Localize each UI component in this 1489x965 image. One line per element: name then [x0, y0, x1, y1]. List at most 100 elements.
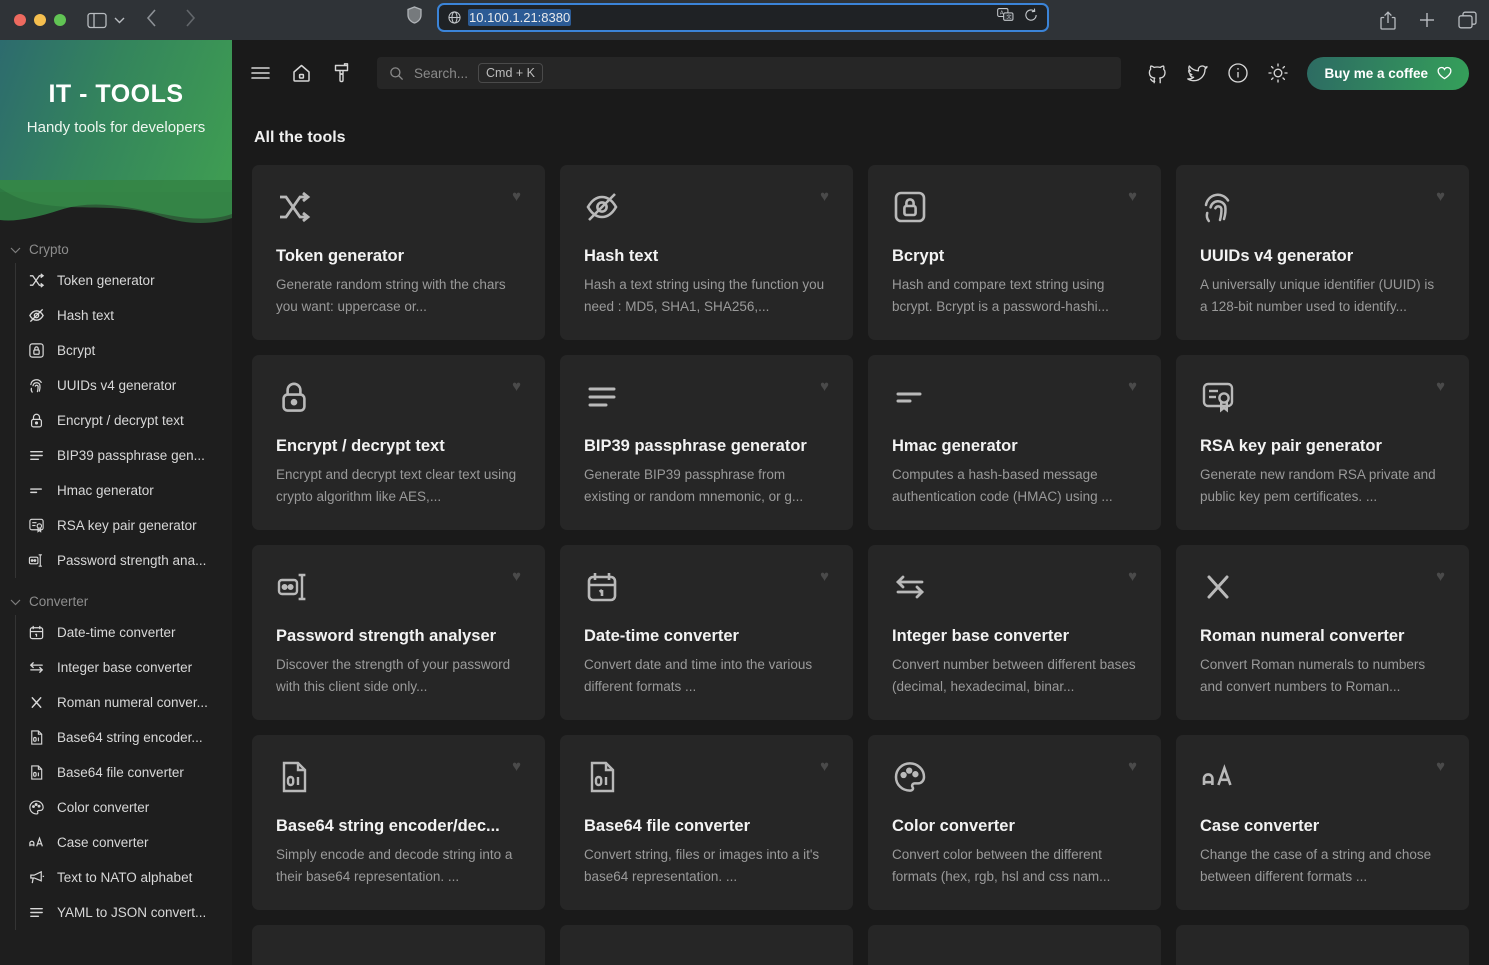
card-description: Generate new random RSA private and publ…	[1200, 464, 1445, 508]
search-placeholder: Search...	[414, 66, 468, 81]
card-header: ♥	[1200, 569, 1445, 610]
favorite-heart-icon[interactable]: ♥	[1436, 189, 1445, 204]
tool-card-hmac-generator[interactable]: ♥ Hmac generator Computes a hash-based m…	[868, 355, 1161, 530]
tool-card-bcrypt[interactable]: ♥ Bcrypt Hash and compare text string us…	[868, 165, 1161, 340]
tool-card-placeholder[interactable]	[1176, 925, 1469, 965]
sidebar-item-case-converter[interactable]: Case converter	[16, 825, 232, 860]
sidebar-item-uuids-v4-generator[interactable]: UUIDs v4 generator	[16, 368, 232, 403]
favorite-heart-icon[interactable]: ♥	[820, 759, 829, 774]
search-input[interactable]: Search... Cmd + K	[377, 57, 1121, 89]
sidebar-item-roman-numeral-converter[interactable]: Roman numeral conver...	[16, 685, 232, 720]
tool-card-encrypt-decrypt-text[interactable]: ♥ Encrypt / decrypt text Encrypt and dec…	[252, 355, 545, 530]
sidebar-item-encrypt-decrypt-text[interactable]: Encrypt / decrypt text	[16, 403, 232, 438]
close-window-button[interactable]	[14, 14, 26, 26]
paint-brush-icon[interactable]	[332, 63, 351, 83]
favorite-heart-icon[interactable]: ♥	[1128, 379, 1137, 394]
tool-card-case-converter[interactable]: ♥ Case converter Change the case of a st…	[1176, 735, 1469, 910]
arrows-exchange-icon	[27, 658, 46, 677]
tool-card-placeholder[interactable]	[868, 925, 1161, 965]
sidebar-item-hash-text[interactable]: Hash text	[16, 298, 232, 333]
info-icon[interactable]	[1227, 62, 1249, 84]
nav-group-crypto[interactable]: Crypto	[0, 236, 232, 263]
tool-card-placeholder[interactable]	[560, 925, 853, 965]
favorite-heart-icon[interactable]: ♥	[820, 569, 829, 584]
forward-arrow-icon[interactable]	[184, 8, 196, 32]
hamburger-menu-icon[interactable]	[250, 64, 271, 82]
tool-card-date-time-converter[interactable]: ♥ Date-time converter Convert date and t…	[560, 545, 853, 720]
tool-card-uuids-v4-generator[interactable]: ♥ UUIDs v4 generator A universally uniqu…	[1176, 165, 1469, 340]
favorite-heart-icon[interactable]: ♥	[1128, 569, 1137, 584]
tab-overview-icon[interactable]	[1458, 11, 1477, 29]
tool-card-token-generator[interactable]: ♥ Token generator Generate random string…	[252, 165, 545, 340]
back-arrow-icon[interactable]	[146, 8, 158, 32]
sidebar-navigation[interactable]: Crypto Token generator Hash text	[0, 236, 232, 965]
minimize-window-button[interactable]	[34, 14, 46, 26]
twitter-icon[interactable]	[1187, 62, 1209, 84]
tool-card-rsa-key-pair-generator[interactable]: ♥ RSA key pair generator Generate new ra…	[1176, 355, 1469, 530]
sidebar-item-hmac-generator[interactable]: Hmac generator	[16, 473, 232, 508]
sidebar-item-text-to-nato-alphabet[interactable]: Text to NATO alphabet	[16, 860, 232, 895]
favorite-heart-icon[interactable]: ♥	[1436, 379, 1445, 394]
sidebar-item-rsa-key-pair-generator[interactable]: RSA key pair generator	[16, 508, 232, 543]
favorite-heart-icon[interactable]: ♥	[512, 189, 521, 204]
tool-card-base64-file-converter[interactable]: ♥ Base64 file converter Convert string, …	[560, 735, 853, 910]
privacy-shield-icon[interactable]	[407, 6, 422, 29]
favorite-heart-icon[interactable]: ♥	[1436, 759, 1445, 774]
card-title: UUIDs v4 generator	[1200, 247, 1445, 266]
tool-card-integer-base-converter[interactable]: ♥ Integer base converter Convert number …	[868, 545, 1161, 720]
translate-icon[interactable]: A 文	[997, 8, 1014, 27]
url-input[interactable]: 10.100.1.21:8380 A 文	[437, 3, 1049, 32]
tool-card-roman-numeral-converter[interactable]: ♥ Roman numeral converter Convert Roman …	[1176, 545, 1469, 720]
sidebar-item-password-strength-analyser[interactable]: Password strength ana...	[16, 543, 232, 578]
tool-card-color-converter[interactable]: ♥ Color converter Convert color between …	[868, 735, 1161, 910]
url-text: 10.100.1.21:8380	[468, 9, 571, 26]
nav-group-label: Crypto	[29, 242, 69, 257]
card-header: ♥	[584, 379, 829, 420]
sidebar-item-color-converter[interactable]: Color converter	[16, 790, 232, 825]
tool-card-bip39-passphrase-generator[interactable]: ♥ BIP39 passphrase generator Generate BI…	[560, 355, 853, 530]
card-description: Generate BIP39 passphrase from existing …	[584, 464, 829, 508]
sidebar-brand-header[interactable]: IT - TOOLS Handy tools for developers	[0, 40, 232, 192]
favorite-heart-icon[interactable]: ♥	[1436, 569, 1445, 584]
plus-icon[interactable]	[1418, 11, 1436, 29]
sidebar-item-token-generator[interactable]: Token generator	[16, 263, 232, 298]
reload-icon[interactable]	[1024, 8, 1038, 27]
favorite-heart-icon[interactable]: ♥	[1128, 759, 1137, 774]
tool-card-password-strength-analyser[interactable]: ♥ Password strength analyser Discover th…	[252, 545, 545, 720]
favorite-heart-icon[interactable]: ♥	[512, 759, 521, 774]
sidebar-item-date-time-converter[interactable]: Date-time converter	[16, 615, 232, 650]
topbar-actions: Buy me a coffee	[1147, 57, 1469, 90]
sidebar-dropdown-chevron-down-icon[interactable]	[110, 7, 128, 33]
tool-card-placeholder[interactable]	[252, 925, 545, 965]
tool-card-base64-string-encoder-decoder[interactable]: ♥ Base64 string encoder/dec... Simply en…	[252, 735, 545, 910]
favorite-heart-icon[interactable]: ♥	[820, 189, 829, 204]
sidebar-toggle-icon[interactable]	[84, 7, 110, 33]
card-description: Convert number between different bases (…	[892, 654, 1137, 698]
card-description: Encrypt and decrypt text clear text usin…	[276, 464, 521, 508]
sidebar-item-base64-string-encoder[interactable]: Base64 string encoder...	[16, 720, 232, 755]
favorite-heart-icon[interactable]: ♥	[512, 379, 521, 394]
url-bar-actions: A 文	[997, 8, 1038, 27]
page-title: All the tools	[254, 129, 1469, 147]
favorite-heart-icon[interactable]: ♥	[1128, 189, 1137, 204]
sidebar-item-base64-file-converter[interactable]: Base64 file converter	[16, 755, 232, 790]
nav-group-converter[interactable]: Converter	[0, 588, 232, 615]
heart-icon	[1437, 66, 1452, 80]
two-lines-icon	[892, 379, 928, 420]
maximize-window-button[interactable]	[54, 14, 66, 26]
card-description: Convert Roman numerals to numbers and co…	[1200, 654, 1445, 698]
favorite-heart-icon[interactable]: ♥	[512, 569, 521, 584]
tool-card-hash-text[interactable]: ♥ Hash text Hash a text string using the…	[560, 165, 853, 340]
home-icon[interactable]	[291, 63, 312, 83]
share-icon[interactable]	[1380, 11, 1396, 30]
github-icon[interactable]	[1147, 62, 1169, 84]
sidebar-item-bip39-passphrase-generator[interactable]: BIP39 passphrase gen...	[16, 438, 232, 473]
fingerprint-icon	[1200, 189, 1236, 230]
sidebar-item-yaml-to-json-converter[interactable]: YAML to JSON convert...	[16, 895, 232, 930]
favorite-heart-icon[interactable]: ♥	[820, 379, 829, 394]
certificate-icon	[27, 516, 46, 535]
sun-icon[interactable]	[1267, 62, 1289, 84]
buy-me-a-coffee-button[interactable]: Buy me a coffee	[1307, 57, 1469, 90]
sidebar-item-integer-base-converter[interactable]: Integer base converter	[16, 650, 232, 685]
sidebar-item-bcrypt[interactable]: Bcrypt	[16, 333, 232, 368]
